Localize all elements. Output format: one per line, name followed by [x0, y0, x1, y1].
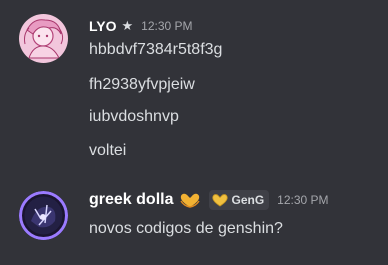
username[interactable]: LYO: [89, 18, 117, 34]
message-line: iubvdoshnvp: [89, 108, 179, 125]
message-line: hbbdvf7384r5t8f3g: [89, 41, 223, 58]
username[interactable]: greek dolla: [89, 191, 173, 209]
guild-tag-label: GenG: [231, 193, 265, 207]
avatar-lyo-image: [19, 14, 68, 63]
message-line: voltei: [89, 142, 127, 159]
message-line: novos codigos de genshin?: [89, 220, 283, 237]
avatar-greek-dolla[interactable]: [19, 191, 68, 240]
star-icon: ★: [121, 17, 134, 33]
avatar-greek-dolla-image: [19, 191, 68, 240]
timestamp[interactable]: 12:30 PM: [277, 193, 328, 207]
timestamp[interactable]: 12:30 PM: [141, 19, 192, 33]
guild-tag-badge[interactable]: GenG: [209, 190, 270, 210]
message-header: LYO ★ 12:30 PM: [89, 16, 193, 36]
gold-heart-icon: [212, 194, 229, 207]
avatar-lyo[interactable]: [19, 14, 68, 63]
message-line: fh2938yfvpjeiw: [89, 76, 195, 93]
message-header: greek dolla GenG 12:30 PM: [89, 190, 329, 210]
heart-hands-icon: [179, 191, 201, 209]
